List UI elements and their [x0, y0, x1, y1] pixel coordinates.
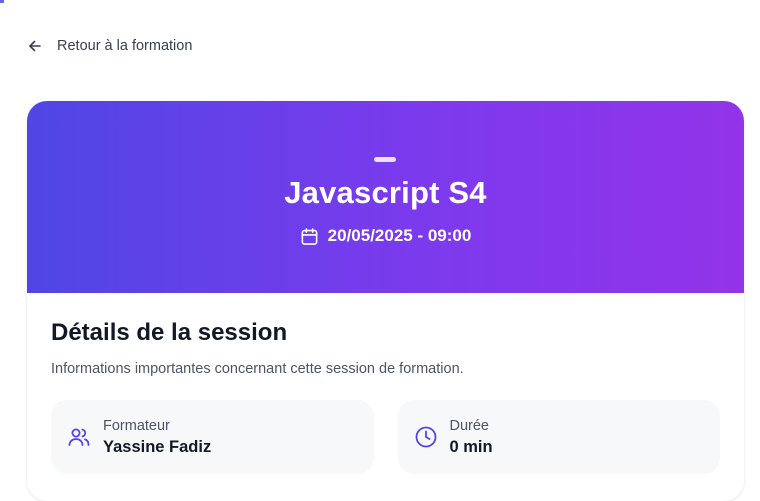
session-header: Javascript S4 20/05/2025 - 09:00: [27, 101, 744, 293]
trainer-text: Formateur Yassine Fadiz: [103, 418, 211, 457]
trainer-value: Yassine Fadiz: [103, 437, 212, 456]
session-details: Détails de la session Informations impor…: [51, 319, 721, 377]
trainer-card: Formateur Yassine Fadiz: [51, 400, 374, 474]
calendar-icon: [300, 227, 319, 246]
clock-icon: [414, 425, 438, 449]
duration-card: Durée 0 min: [397, 400, 720, 474]
details-subtitle: Informations importantes concernant cett…: [51, 361, 464, 377]
back-link-label: Retour à la formation: [57, 38, 193, 54]
top-edge-mark: [0, 0, 4, 3]
duration-value: 0 min: [449, 437, 493, 456]
details-info-row: Formateur Yassine Fadiz Durée 0 min: [51, 400, 720, 474]
header-dash: [374, 157, 396, 162]
trainer-label: Formateur: [103, 417, 170, 434]
back-to-formation-link[interactable]: Retour à la formation: [27, 38, 192, 54]
details-heading: Détails de la session: [51, 319, 288, 346]
session-card: Javascript S4 20/05/2025 - 09:00 Détails…: [27, 101, 744, 501]
session-title: Javascript S4: [284, 175, 487, 210]
top-edge: [0, 0, 760, 3]
users-icon: [67, 425, 91, 449]
duration-text: Durée 0 min: [450, 418, 493, 457]
arrow-left-icon: [27, 38, 43, 54]
duration-label: Durée: [449, 417, 490, 434]
session-datetime: 20/05/2025 - 09:00: [27, 226, 744, 246]
session-datetime-text: 20/05/2025 - 09:00: [327, 226, 472, 245]
